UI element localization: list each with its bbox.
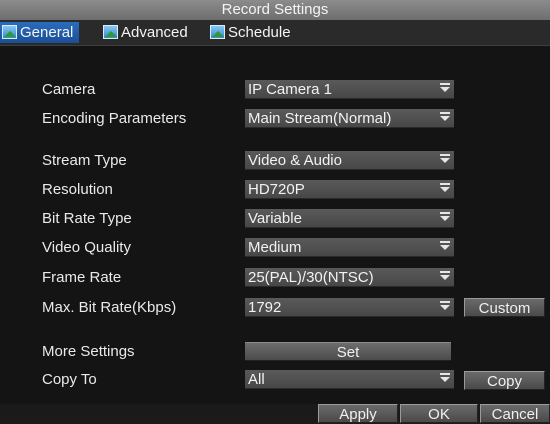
copy-to-select[interactable]: All (245, 370, 454, 389)
resolution-label: Resolution (42, 181, 113, 198)
camera-label: Camera (42, 81, 96, 98)
tab-icon (103, 25, 118, 39)
max-bit-rate-select[interactable]: 1792 (245, 298, 454, 317)
dropdown-arrow-icon (440, 83, 450, 92)
tab-schedule-label: Schedule (228, 24, 291, 41)
tab-advanced[interactable]: Advanced (101, 22, 188, 43)
tab-icon (2, 25, 17, 39)
ok-button[interactable]: OK (400, 404, 478, 423)
tab-advanced-label: Advanced (121, 24, 188, 41)
copy-to-value: All (248, 371, 265, 388)
encoding-parameters-select[interactable]: Main Stream(Normal) (245, 109, 454, 128)
tab-bar: General Advanced Schedule (0, 20, 550, 46)
copy-to-label: Copy To (42, 371, 97, 388)
apply-button[interactable]: Apply (318, 404, 398, 423)
tab-schedule[interactable]: Schedule (208, 22, 291, 43)
set-button[interactable]: Set (245, 342, 451, 361)
window-title: Record Settings (0, 0, 550, 20)
dropdown-arrow-icon (440, 183, 450, 192)
video-quality-label: Video Quality (42, 239, 131, 256)
bit-rate-type-value: Variable (248, 210, 302, 227)
max-bit-rate-label: Max. Bit Rate(Kbps) (42, 299, 177, 316)
frame-rate-label: Frame Rate (42, 269, 122, 286)
dropdown-arrow-icon (440, 301, 450, 310)
dropdown-arrow-icon (440, 154, 450, 163)
video-quality-select[interactable]: Medium (245, 238, 454, 257)
encoding-parameters-value: Main Stream(Normal) (248, 110, 392, 127)
frame-rate-select[interactable]: 25(PAL)/30(NTSC) (245, 268, 454, 287)
video-quality-value: Medium (248, 239, 302, 256)
max-bit-rate-value: 1792 (248, 299, 282, 316)
record-settings-window: Record Settings General Advanced Schedul… (0, 0, 550, 423)
dropdown-arrow-icon (440, 271, 450, 280)
tab-general-label: General (20, 24, 74, 41)
stream-type-value: Video & Audio (248, 152, 342, 169)
stream-type-label: Stream Type (42, 152, 127, 169)
custom-button[interactable]: Custom (464, 298, 545, 317)
more-settings-label: More Settings (42, 343, 135, 360)
dropdown-arrow-icon (440, 112, 450, 121)
resolution-select[interactable]: HD720P (245, 180, 454, 199)
stream-type-select[interactable]: Video & Audio (245, 151, 454, 170)
encoding-parameters-label: Encoding Parameters (42, 110, 187, 127)
copy-button[interactable]: Copy (464, 371, 545, 390)
bit-rate-type-label: Bit Rate Type (42, 210, 132, 227)
cancel-button[interactable]: Cancel (480, 404, 550, 423)
frame-rate-value: 25(PAL)/30(NTSC) (248, 269, 374, 286)
camera-select[interactable]: IP Camera 1 (245, 80, 454, 99)
footer-bar: Apply OK Cancel (0, 404, 550, 423)
dropdown-arrow-icon (440, 241, 450, 250)
resolution-value: HD720P (248, 181, 305, 198)
tab-general[interactable]: General (0, 22, 80, 43)
camera-value: IP Camera 1 (248, 81, 332, 98)
dropdown-arrow-icon (440, 212, 450, 221)
tab-icon (210, 25, 225, 39)
bit-rate-type-select[interactable]: Variable (245, 209, 454, 228)
dropdown-arrow-icon (440, 373, 450, 382)
